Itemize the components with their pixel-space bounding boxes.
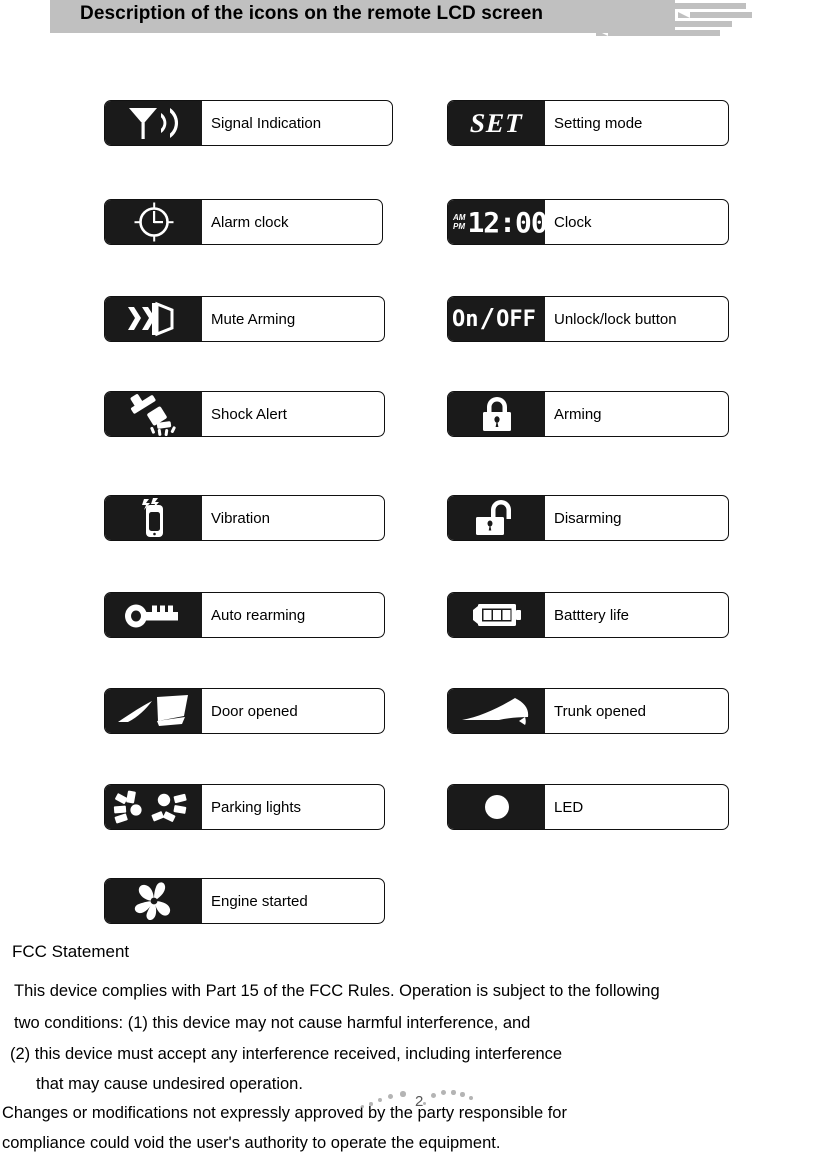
set-text-icon: SET — [448, 101, 545, 145]
on-off-text-icon: On / OFF — [448, 297, 545, 341]
hammer-shock-icon — [105, 392, 202, 436]
icon-row-clock: AM PM 12:00 Clock — [447, 199, 729, 245]
icon-row-vibration: Vibration — [104, 495, 385, 541]
padlock-open-icon — [448, 496, 545, 540]
fcc-statement-line: two conditions: (1) this device may not … — [14, 1014, 531, 1032]
fcc-statement-line: compliance could void the user's authori… — [2, 1134, 501, 1152]
icon-label: Engine started — [211, 892, 308, 910]
icon-label: Signal Indication — [211, 114, 322, 132]
decor-dot — [369, 1102, 373, 1106]
decor-dot — [361, 1105, 364, 1108]
icon-row-trunk-opened: Trunk opened — [447, 688, 729, 734]
decor-dot — [460, 1092, 465, 1097]
set-glyph: SET — [469, 107, 524, 138]
icon-row-signal-indication: Signal Indication — [104, 100, 393, 146]
ampm-indicator: AM PM — [453, 213, 465, 231]
icon-label: LED — [554, 798, 584, 816]
icon-label: Setting mode — [554, 114, 643, 132]
key-icon — [105, 593, 202, 637]
decor-dot — [431, 1093, 436, 1098]
led-dot-icon — [448, 785, 545, 829]
icon-row-alarm-clock: Alarm clock — [104, 199, 383, 245]
icon-row-battery-life: Batttery life — [447, 592, 729, 638]
am-label: AM — [453, 212, 466, 222]
icon-row-auto-rearming: Auto rearming — [104, 592, 385, 638]
decor-dot — [423, 1102, 426, 1105]
icon-label: Mute Arming — [211, 310, 296, 328]
parking-lights-icon — [105, 785, 202, 829]
icon-legend-grid: Signal Indication Alarm clock Mute Armin… — [0, 0, 826, 930]
decor-dot — [400, 1091, 406, 1097]
fcc-statement-line: (2) this device must accept any interfer… — [10, 1045, 563, 1063]
battery-icon — [448, 593, 545, 637]
decor-dot — [451, 1090, 456, 1095]
vibrating-remote-icon — [105, 496, 202, 540]
icon-row-led: LED — [447, 784, 729, 830]
icon-row-disarming: Disarming — [447, 495, 729, 541]
page-number: 2 — [415, 1093, 424, 1110]
trunk-open-icon — [448, 689, 545, 733]
alarm-clock-icon — [105, 200, 202, 244]
fcc-statement-line: This device complies with Part 15 of the… — [14, 982, 660, 1000]
clock-digits: 12:00 — [467, 205, 547, 239]
icon-row-setting-mode: SET Setting mode — [447, 100, 729, 146]
lcd-clock-icon: AM PM 12:00 — [448, 200, 548, 244]
icon-row-shock-alert: Shock Alert — [104, 391, 385, 437]
padlock-closed-icon — [448, 392, 545, 436]
icon-row-parking-lights: Parking lights — [104, 784, 385, 830]
on-glyph: On — [452, 306, 479, 332]
icon-row-mute-arming: Mute Arming — [104, 296, 385, 342]
mute-speaker-icon — [105, 297, 202, 341]
icon-row-door-opened: Door opened — [104, 688, 385, 734]
icon-label: Auto rearming — [211, 606, 306, 624]
icon-row-engine-started: Engine started — [104, 878, 385, 924]
icon-label: Parking lights — [211, 798, 302, 816]
off-glyph: OFF — [496, 306, 536, 332]
icon-row-unlock-lock-button: On / OFF Unlock/lock button — [447, 296, 729, 342]
engine-fan-icon — [105, 879, 202, 923]
page-footer-decoration: 2 — [355, 1085, 485, 1120]
fcc-statement-title: FCC Statement — [12, 942, 130, 961]
signal-antenna-icon — [105, 101, 202, 145]
icon-label: Batttery life — [554, 606, 630, 624]
icon-label: Trunk opened — [554, 702, 647, 720]
icon-label: Clock — [554, 213, 592, 231]
slash-separator: / — [479, 304, 496, 334]
icon-label: Vibration — [211, 509, 270, 527]
icon-row-arming: Arming — [447, 391, 729, 437]
car-door-open-icon — [105, 689, 202, 733]
fcc-statement-line: that may cause undesired operation. — [36, 1075, 303, 1093]
pm-label: PM — [453, 222, 465, 231]
icon-label: Disarming — [554, 509, 622, 527]
icon-label: Door opened — [211, 702, 298, 720]
decor-dot — [441, 1090, 446, 1095]
icon-label: Unlock/lock button — [554, 310, 677, 328]
icon-label: Shock Alert — [211, 405, 287, 423]
icon-label: Arming — [554, 405, 602, 423]
icon-label: Alarm clock — [211, 213, 289, 231]
decor-dot — [378, 1098, 382, 1102]
decor-dot — [388, 1094, 393, 1099]
decor-dot — [469, 1096, 473, 1100]
